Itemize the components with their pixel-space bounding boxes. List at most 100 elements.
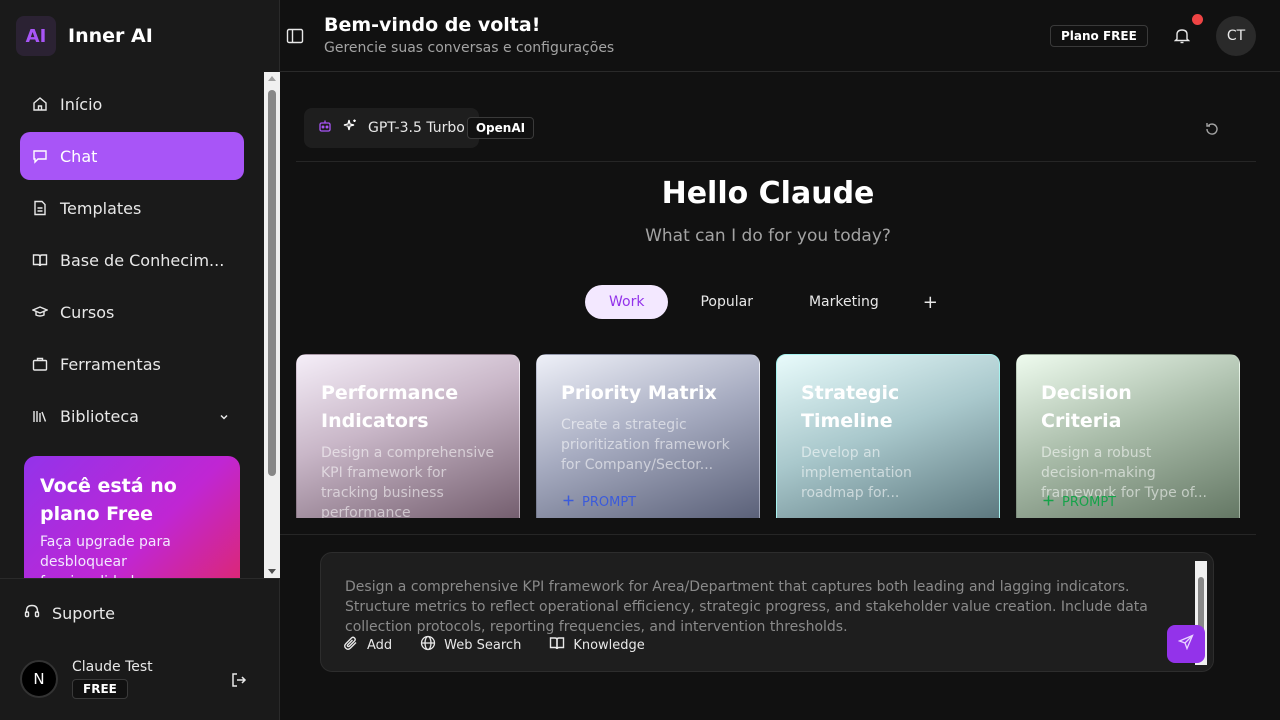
sidebar-item-biblioteca[interactable]: Biblioteca bbox=[20, 392, 244, 440]
category-tabs: Work Popular Marketing + bbox=[585, 285, 950, 319]
home-icon bbox=[32, 96, 48, 112]
plan-badge: FREE bbox=[72, 679, 128, 699]
composer-toolbar: Add Web Search Knowledge bbox=[343, 635, 645, 655]
add-attachment-button[interactable]: Add bbox=[343, 635, 392, 655]
greeting-subtitle: What can I do for you today? bbox=[645, 226, 891, 246]
refresh-icon[interactable] bbox=[1204, 121, 1220, 141]
card-title: Performance Indicators bbox=[321, 382, 459, 432]
model-selector[interactable]: GPT-3.5 Turbo OpenAI bbox=[304, 108, 535, 148]
knowledge-button[interactable]: Knowledge bbox=[549, 635, 645, 655]
sidebar-item-label: Base de Conhecim... bbox=[60, 250, 225, 270]
tab-popular[interactable]: Popular bbox=[676, 285, 777, 319]
user-info: Claude Test FREE bbox=[72, 659, 153, 699]
scroll-up-icon[interactable] bbox=[268, 76, 276, 81]
card-title: Priority Matrix bbox=[561, 382, 717, 404]
sidebar: AI Inner AI Início Chat Templates Base d… bbox=[0, 0, 280, 720]
tab-work[interactable]: Work bbox=[585, 285, 669, 319]
divider bbox=[296, 161, 1256, 162]
template-card[interactable]: Strategic Timeline Develop an implementa… bbox=[776, 354, 1000, 518]
file-icon bbox=[32, 200, 48, 216]
brand-name: Inner AI bbox=[68, 25, 153, 47]
upgrade-text: Faça upgrade para desbloquear funcionali… bbox=[40, 534, 171, 580]
scroll-down-icon[interactable] bbox=[268, 569, 276, 574]
upgrade-card[interactable]: Você está no plano Free Faça upgrade par… bbox=[24, 456, 240, 580]
support-label: Suporte bbox=[52, 603, 115, 623]
graduation-cap-icon bbox=[32, 304, 48, 320]
model-pill[interactable]: GPT-3.5 Turbo bbox=[304, 108, 479, 148]
tab-marketing[interactable]: Marketing bbox=[785, 285, 903, 319]
card-description: Develop an implementation roadmap for... bbox=[801, 445, 912, 501]
template-card[interactable]: Decision Criteria Design a robust decisi… bbox=[1016, 354, 1240, 518]
globe-icon bbox=[420, 635, 436, 655]
sidebar-item-inicio[interactable]: Início bbox=[20, 80, 244, 128]
page-title: Bem-vindo de volta! bbox=[324, 14, 541, 36]
card-description: Create a strategic prioritization framew… bbox=[561, 417, 730, 473]
chevron-down-icon bbox=[218, 408, 230, 427]
plus-icon bbox=[1043, 495, 1054, 510]
book-icon bbox=[549, 635, 565, 655]
divider bbox=[280, 534, 1256, 535]
sidebar-toggle-icon[interactable] bbox=[286, 28, 304, 48]
card-title: Decision Criteria bbox=[1041, 382, 1132, 432]
template-cards: Performance Indicators Design a comprehe… bbox=[296, 354, 1240, 518]
sidebar-item-label: Biblioteca bbox=[60, 406, 139, 426]
model-name: GPT-3.5 Turbo bbox=[368, 120, 465, 136]
sidebar-scrollbar[interactable] bbox=[264, 72, 280, 578]
library-icon bbox=[32, 408, 48, 424]
notification-dot bbox=[1192, 14, 1203, 25]
scrollbar-thumb[interactable] bbox=[268, 90, 276, 476]
headset-icon bbox=[24, 603, 40, 623]
paperclip-icon bbox=[343, 635, 359, 655]
card-title: Strategic Timeline bbox=[801, 382, 900, 432]
send-button[interactable] bbox=[1167, 625, 1205, 663]
sidebar-footer: Suporte N Claude Test FREE bbox=[0, 578, 279, 720]
logout-icon[interactable] bbox=[230, 671, 248, 693]
welcome-block: Bem-vindo de volta! Gerencie suas conver… bbox=[324, 14, 614, 56]
provider-badge: OpenAI bbox=[466, 117, 535, 139]
sidebar-item-label: Início bbox=[60, 94, 103, 114]
message-icon bbox=[32, 148, 48, 164]
book-icon bbox=[32, 252, 48, 268]
add-label: Add bbox=[367, 637, 393, 653]
bot-icon bbox=[318, 119, 332, 137]
brand-logo: AI bbox=[16, 16, 56, 56]
sidebar-item-label: Cursos bbox=[60, 302, 115, 322]
support-link[interactable]: Suporte bbox=[24, 603, 115, 623]
upgrade-title: Você está no plano Free bbox=[40, 475, 177, 525]
user-profile[interactable]: N Claude Test FREE bbox=[20, 659, 153, 699]
send-icon bbox=[1177, 634, 1194, 654]
add-tab-button[interactable]: + bbox=[911, 285, 950, 319]
sidebar-item-label: Templates bbox=[60, 198, 142, 218]
card-description: Design a robust decision-making framewor… bbox=[1041, 445, 1207, 501]
sidebar-item-templates[interactable]: Templates bbox=[20, 184, 244, 232]
sidebar-item-base-conhecimento[interactable]: Base de Conhecim... bbox=[20, 236, 244, 284]
prompt-tag: PROMPT bbox=[1043, 495, 1116, 510]
sidebar-item-chat[interactable]: Chat bbox=[20, 132, 244, 180]
avatar[interactable]: CT bbox=[1216, 16, 1256, 56]
page-subtitle: Gerencie suas conversas e configurações bbox=[324, 40, 615, 56]
greeting-title: Hello Claude bbox=[661, 176, 875, 211]
sidebar-item-ferramentas[interactable]: Ferramentas bbox=[20, 340, 244, 388]
user-name: Claude Test bbox=[72, 659, 153, 675]
template-card[interactable]: Priority Matrix Create a strategic prior… bbox=[536, 354, 760, 518]
plan-badge[interactable]: Plano FREE bbox=[1050, 25, 1148, 47]
message-composer: Design a comprehensive KPI framework for… bbox=[320, 552, 1214, 672]
sidebar-nav: Início Chat Templates Base de Conhecim..… bbox=[20, 80, 244, 444]
template-card[interactable]: Performance Indicators Design a comprehe… bbox=[296, 354, 520, 518]
sidebar-item-label: Ferramentas bbox=[60, 354, 161, 374]
web-search-button[interactable]: Web Search bbox=[420, 635, 521, 655]
card-description: Design a comprehensive KPI framework for… bbox=[321, 445, 495, 518]
plus-icon bbox=[563, 495, 574, 510]
web-search-label: Web Search bbox=[444, 637, 522, 653]
avatar: N bbox=[20, 660, 58, 698]
bell-icon[interactable] bbox=[1173, 27, 1191, 48]
app-root: AI Inner AI Início Chat Templates Base d… bbox=[0, 0, 1280, 720]
brand[interactable]: AI Inner AI bbox=[16, 16, 153, 56]
briefcase-icon bbox=[32, 356, 48, 372]
sidebar-item-cursos[interactable]: Cursos bbox=[20, 288, 244, 336]
message-input[interactable]: Design a comprehensive KPI framework for… bbox=[345, 577, 1185, 637]
top-header: Bem-vindo de volta! Gerencie suas conver… bbox=[280, 0, 1280, 72]
prompt-label: PROMPT bbox=[582, 495, 637, 510]
knowledge-label: Knowledge bbox=[573, 637, 645, 653]
sparkles-icon bbox=[342, 118, 358, 138]
